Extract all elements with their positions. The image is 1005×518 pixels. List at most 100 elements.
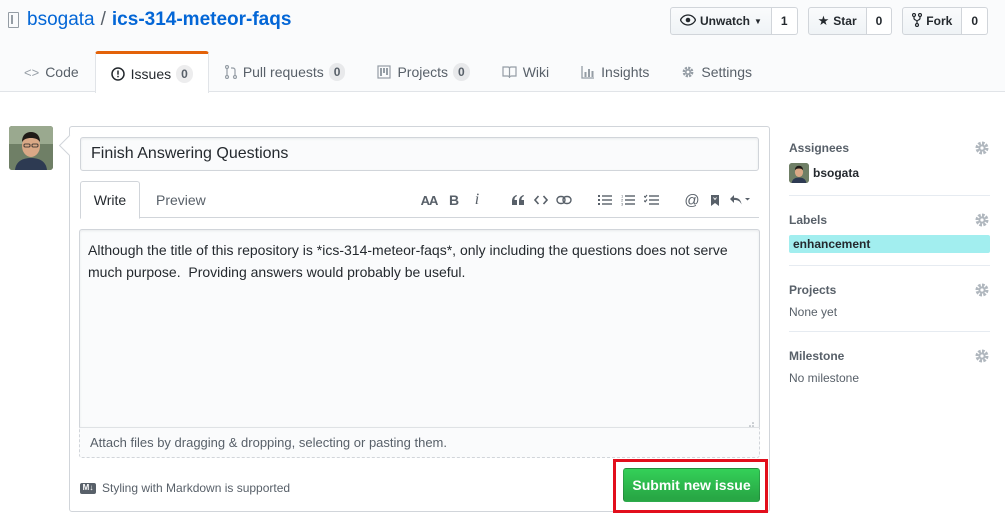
stars-count[interactable]: 0 <box>866 7 893 35</box>
repo-nav: <> Code Issues 0 Pull requests 0 Project… <box>8 51 768 93</box>
assignee-item[interactable]: bsogata <box>789 163 990 183</box>
gear-icon[interactable] <box>974 212 990 228</box>
file-attachment-dropzone[interactable]: Attach files by dragging & dropping, sel… <box>79 427 760 458</box>
fork-group: Fork 0 <box>902 7 988 35</box>
git-pull-request-icon <box>224 65 237 79</box>
unwatch-label: Unwatch <box>699 14 750 28</box>
repo-actions: Unwatch ▼ 1 ★ Star 0 Fork 0 <box>669 7 1005 35</box>
avatar <box>789 163 809 183</box>
projects-counter: 0 <box>453 63 470 81</box>
avatar[interactable] <box>9 126 53 170</box>
book-icon <box>502 66 517 78</box>
sidebar-labels: Labels enhancement <box>789 210 990 266</box>
bookmark-icon[interactable] <box>704 190 726 210</box>
text-format-group: AA B i <box>415 190 488 210</box>
fork-button[interactable]: Fork <box>902 7 963 35</box>
label-enhancement[interactable]: enhancement <box>789 235 990 253</box>
markdown-toolbar: AA B i 123 @ <box>397 189 753 211</box>
resize-grip-icon[interactable] <box>746 417 754 430</box>
repo-name-link[interactable]: ics-314-meteor-faqs <box>112 9 292 31</box>
eye-icon <box>679 13 697 29</box>
markdown-help-link[interactable]: Styling with Markdown is supported <box>102 481 290 495</box>
star-button[interactable]: ★ Star <box>807 7 867 35</box>
repo-separator: / <box>100 9 106 30</box>
issue-body-textarea[interactable]: Although the title of this repository is… <box>79 229 760 427</box>
mention-group: @ <box>680 190 753 210</box>
code-icon: <> <box>24 64 40 80</box>
tab-label: Pull requests <box>242 64 324 80</box>
tab-label: Projects <box>397 64 449 80</box>
gear-icon <box>681 65 695 79</box>
markdown-icon: M↓ <box>80 482 96 494</box>
tab-label: Code <box>45 64 79 80</box>
ordered-list-icon[interactable]: 123 <box>617 190 639 210</box>
tab-settings[interactable]: Settings <box>665 51 768 92</box>
projects-heading: Projects <box>789 283 837 297</box>
gear-icon[interactable] <box>974 140 990 156</box>
labels-heading: Labels <box>789 213 828 227</box>
projects-header[interactable]: Projects <box>789 280 990 300</box>
header-text-button[interactable]: AA <box>416 190 442 210</box>
list-group: 123 <box>593 190 662 210</box>
sidebar-projects: Projects None yet <box>789 280 990 332</box>
tab-insights[interactable]: Insights <box>565 51 665 92</box>
fork-label: Fork <box>926 14 953 28</box>
insert-group <box>506 190 575 210</box>
repo-icon <box>8 12 19 28</box>
watch-group: Unwatch ▼ 1 <box>669 7 798 35</box>
tab-code[interactable]: <> Code <box>8 51 95 92</box>
issues-counter: 0 <box>176 64 193 83</box>
tab-issues[interactable]: Issues 0 <box>94 51 209 93</box>
issue-title-input[interactable] <box>80 137 759 171</box>
tab-projects[interactable]: Projects 0 <box>361 51 485 92</box>
assignee-name: bsogata <box>813 166 860 180</box>
gear-icon[interactable] <box>974 348 990 364</box>
task-list-icon[interactable] <box>640 190 662 210</box>
milestone-value: No milestone <box>789 371 860 385</box>
repo-title: bsogata / ics-314-meteor-faqs <box>8 9 291 31</box>
quote-icon[interactable] <box>507 190 529 210</box>
forks-count[interactable]: 0 <box>962 7 988 35</box>
milestone-header[interactable]: Milestone <box>789 346 990 366</box>
markdown-help: M↓ Styling with Markdown is supported <box>80 481 290 495</box>
assignees-header[interactable]: Assignees <box>789 138 990 158</box>
repo-owner-link[interactable]: bsogata <box>27 9 95 31</box>
issue-opened-icon <box>110 66 125 81</box>
fork-icon <box>912 12 923 30</box>
mention-icon[interactable]: @ <box>681 190 703 210</box>
gear-icon[interactable] <box>974 282 990 298</box>
tab-label: Insights <box>601 64 650 80</box>
star-group: ★ Star 0 <box>807 7 893 35</box>
unwatch-button[interactable]: Unwatch ▼ <box>669 7 772 35</box>
projects-value: None yet <box>789 305 838 319</box>
chevron-down-icon: ▼ <box>754 16 762 26</box>
reply-icon[interactable] <box>727 190 753 210</box>
submit-new-issue-button[interactable]: Submit new issue <box>623 468 760 502</box>
svg-text:3: 3 <box>621 202 624 206</box>
labels-header[interactable]: Labels <box>789 210 990 230</box>
star-icon: ★ <box>817 13 830 28</box>
labels-list: enhancement <box>789 235 990 253</box>
tab-pull-requests[interactable]: Pull requests 0 <box>209 51 362 92</box>
tab-label: Settings <box>701 64 752 80</box>
sidebar-assignees: Assignees bsogata <box>789 138 990 196</box>
graph-icon <box>581 65 595 79</box>
editor-tabs: Write Preview AA B i 1 2 3 @ <box>80 181 759 219</box>
assignees-heading: Assignees <box>789 141 850 155</box>
bold-button[interactable]: B <box>443 190 465 210</box>
code-icon[interactable] <box>530 190 552 210</box>
sidebar-milestone: Milestone No milestone <box>789 346 990 397</box>
milestone-heading: Milestone <box>789 349 845 363</box>
watchers-count[interactable]: 1 <box>771 7 798 35</box>
unordered-list-icon[interactable] <box>594 190 616 210</box>
pull-requests-counter: 0 <box>328 63 346 81</box>
tab-preview[interactable]: Preview <box>156 181 206 218</box>
tab-write[interactable]: Write <box>80 181 140 219</box>
repo-header: bsogata / ics-314-meteor-faqs Unwatch ▼ … <box>0 0 1005 93</box>
italic-button[interactable]: i <box>466 190 488 210</box>
tab-label: Wiki <box>522 64 550 80</box>
new-issue-form: Write Preview AA B i <box>69 126 770 513</box>
link-icon[interactable] <box>553 190 575 210</box>
tab-label: Issues <box>130 65 172 82</box>
tab-wiki[interactable]: Wiki <box>486 51 565 92</box>
